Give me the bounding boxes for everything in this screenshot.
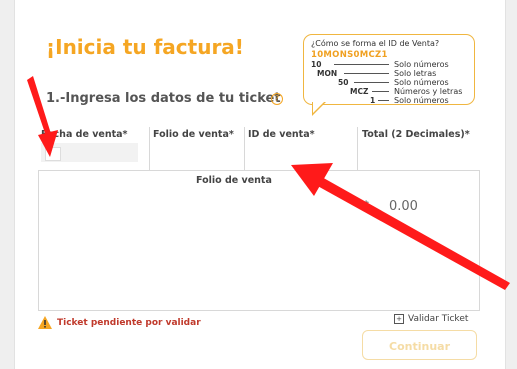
arrow-to-date-field (27, 76, 58, 157)
arrow-to-id-field (291, 163, 510, 290)
annotation-arrows (27, 76, 510, 290)
